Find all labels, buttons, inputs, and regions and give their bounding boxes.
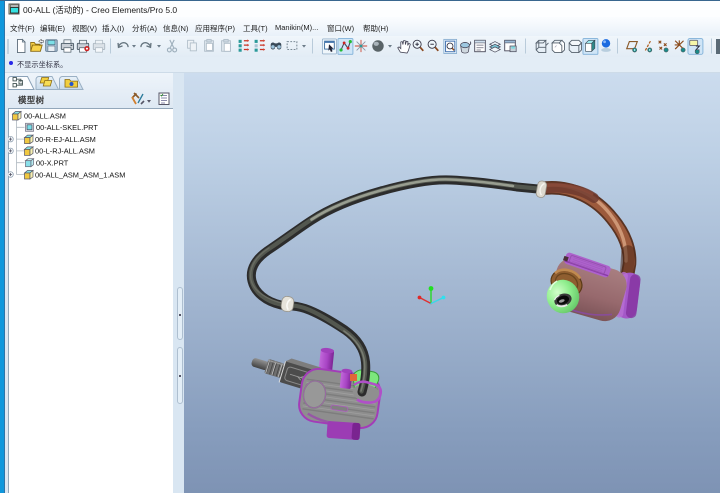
svg-text:00-L-RJ-ALL.ASM: 00-L-RJ-ALL.ASM: [35, 147, 95, 156]
svg-text:00-ALL.ASM: 00-ALL.ASM: [24, 111, 66, 120]
svg-text:00-R-EJ-ALL.ASM: 00-R-EJ-ALL.ASM: [35, 135, 96, 144]
svg-text:00-ALL_ASM_ASM_1.ASM: 00-ALL_ASM_ASM_1.ASM: [35, 170, 125, 179]
svg-text:00-X.PRT: 00-X.PRT: [36, 159, 69, 168]
svg-text:00-ALL-SKEL.PRT: 00-ALL-SKEL.PRT: [36, 123, 98, 132]
